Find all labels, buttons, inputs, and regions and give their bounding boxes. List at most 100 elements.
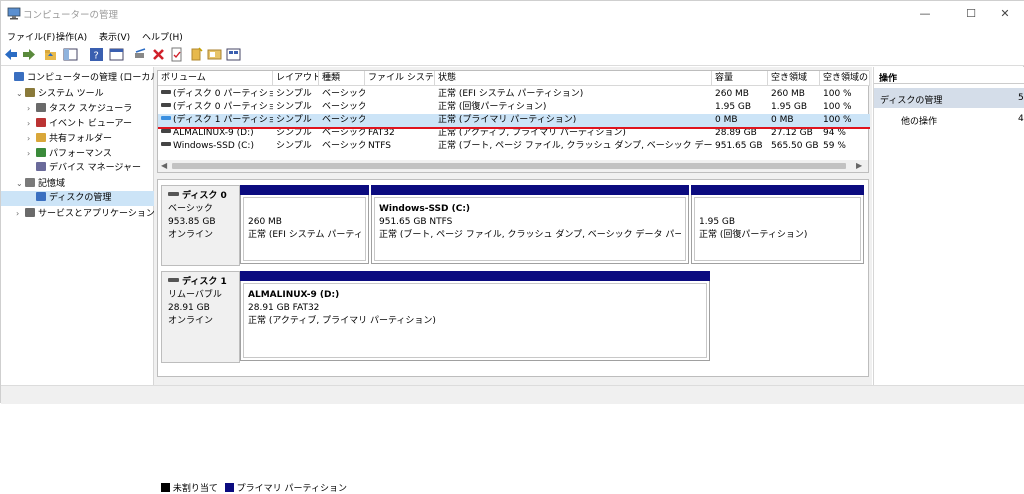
table-cell [365, 88, 435, 101]
view-icon[interactable] [226, 47, 241, 62]
column-header[interactable]: ボリューム [158, 71, 273, 86]
column-header[interactable]: 空き領域 [768, 71, 820, 86]
forward-arrow-icon[interactable] [21, 47, 36, 62]
menu-view[interactable]: 表示(V) [99, 30, 130, 43]
table-cell-text: 0 MB [771, 115, 794, 125]
tree-item-label: イベント ビューアー [49, 119, 132, 129]
export-list-icon[interactable] [207, 47, 222, 62]
up-folder-icon[interactable] [43, 47, 58, 62]
actions-more-actions[interactable]: 他の操作 4 [874, 111, 1024, 129]
disk-info-panel[interactable]: ディスク 1 リムーバブル 28.91 GB オンライン [161, 271, 240, 363]
actions-section-disk-management[interactable]: ディスクの管理 5 [874, 88, 1024, 108]
table-row[interactable]: (ディスク 0 パーティション 4)シンプルベーシック 正常 (回復パーティション… [158, 101, 870, 114]
expand-arrow-icon[interactable]: › [27, 116, 36, 131]
navigation-tree: コンピューターの管理 (ローカル) ⌄ システム ツール › タスク スケジューラ › イベ… [1, 67, 163, 385]
table-cell: シンプル [273, 114, 319, 127]
column-header[interactable]: 容量 [712, 71, 768, 86]
tree-item[interactable]: › パフォーマンス [1, 146, 154, 161]
expand-arrow-icon[interactable]: › [27, 131, 36, 146]
menu-file[interactable]: ファイル(F) [7, 30, 55, 43]
partition-block[interactable]: Windows-SSD (C:) 951.65 GB NTFS 正常 (ブート, ペ… [371, 185, 689, 264]
svg-text:?: ? [94, 51, 99, 62]
new-volume-icon[interactable] [189, 47, 204, 62]
submenu-arrow-icon[interactable]: 4 [1018, 114, 1024, 124]
column-header[interactable]: レイアウト [273, 71, 319, 86]
expand-arrow-icon[interactable]: › [27, 146, 36, 161]
scroll-left-icon[interactable]: ◀ [161, 161, 167, 170]
table-row[interactable]: (ディスク 0 パーティション 1)シンプルベーシック 正常 (EFI システム … [158, 88, 870, 101]
partition-block[interactable]: ALMALINUX-9 (D:) 28.91 GB FAT32 正常 (アクティブ,… [240, 271, 710, 361]
close-button[interactable]: ✕ [985, 1, 1024, 27]
computer-management-window: コンピューターの管理 — ☐ ✕ ファイル(F) 操作(A) 表示(V) ヘルプ… [0, 0, 1024, 494]
disk-type: ベーシック [168, 203, 239, 216]
table-cell: シンプル [273, 88, 319, 101]
partition-block[interactable]: 260 MB 正常 (EFI システム パーティション) [240, 185, 369, 264]
expand-arrow-icon[interactable]: › [27, 101, 36, 116]
table-cell: シンプル [273, 140, 319, 153]
more-actions-label: 他の操作 [901, 117, 938, 127]
expand-arrow-icon[interactable]: ⌄ [16, 86, 25, 101]
delete-icon[interactable] [151, 47, 166, 62]
disk-info-panel[interactable]: ディスク 0 ベーシック 953.85 GB オンライン [161, 185, 240, 266]
table-cell-text: ベーシック [322, 89, 365, 99]
expand-arrow-icon[interactable]: ⌄ [16, 176, 25, 191]
scrollbar-thumb[interactable] [172, 163, 846, 169]
tree-item[interactable]: › イベント ビューアー [1, 116, 154, 131]
scroll-right-icon[interactable]: ▶ [856, 161, 862, 170]
table-cell: (ディスク 0 パーティション 1) [158, 88, 273, 101]
menu-help[interactable]: ヘルプ(H) [142, 30, 183, 43]
partition-status: 正常 (ブート, ページ ファイル, クラッシュ ダンプ, ベーシック データ … [379, 230, 681, 240]
table-cell-text: シンプル [276, 141, 312, 151]
column-header[interactable]: ファイル システム [365, 71, 435, 86]
tree-node-icon [14, 72, 24, 81]
table-row[interactable]: (ディスク 1 パーティション 2)シンプルベーシック 正常 (プライマリ パーテ… [158, 114, 870, 127]
table-cell-text: 59 % [823, 141, 846, 151]
partition-size: 260 MB [248, 217, 282, 227]
table-cell: 正常 (プライマリ パーティション) [435, 114, 712, 127]
partition-details: Windows-SSD (C:) 951.65 GB NTFS 正常 (ブート, ペ… [374, 197, 686, 261]
collapse-arrow-icon[interactable]: 5 [1018, 93, 1024, 103]
table-cell-text: (ディスク 0 パーティション 1) [173, 89, 273, 99]
tree-item[interactable]: コンピューターの管理 (ローカル) [1, 71, 163, 86]
disk-size: 953.85 GB [168, 216, 239, 229]
column-header[interactable]: 種類 [319, 71, 365, 86]
table-cell: 100 % [820, 101, 870, 114]
minimize-button[interactable]: — [905, 1, 945, 27]
partition-size: 1.95 GB [699, 217, 736, 227]
table-row[interactable]: Windows-SSD (C:) シンプル ベーシック NTFS 正常 (ブート, ペー… [158, 140, 870, 153]
menu-action[interactable]: 操作(A) [56, 30, 87, 43]
console-tree-icon[interactable] [63, 47, 78, 62]
help-icon[interactable]: ? [89, 47, 104, 62]
table-cell-text: 565.50 GB [771, 141, 819, 151]
tree-node-icon [36, 103, 46, 112]
check-document-icon[interactable] [169, 47, 184, 62]
column-header[interactable]: 状態 [435, 71, 712, 86]
table-cell-text: Windows-SSD (C:) [173, 141, 254, 151]
disk-name-text: ディスク 0 [182, 191, 227, 201]
tree-item[interactable]: ⌄ システム ツール [1, 86, 154, 101]
disk-status-text: オンライン [168, 230, 214, 240]
partition-status: 正常 (回復パーティション) [699, 230, 808, 240]
tree-item[interactable]: デバイス マネージャー [1, 161, 154, 176]
back-arrow-icon[interactable] [4, 47, 19, 62]
tree-item[interactable]: › タスク スケジューラ [1, 101, 154, 116]
tree-item[interactable]: ディスクの管理 [1, 191, 154, 206]
tree-node-icon [25, 178, 35, 187]
disk-name: ディスク 0 [168, 190, 239, 203]
expand-arrow-icon[interactable]: › [16, 206, 25, 221]
legend-primary: プライマリ パーティション [236, 484, 347, 494]
tree-item[interactable]: › 共有フォルダー [1, 131, 154, 146]
table-cell-text: FAT32 [368, 128, 395, 138]
table-cell: NTFS [365, 140, 435, 153]
properties-icon[interactable] [109, 47, 124, 62]
tree-item[interactable]: ⌄ 記憶域 [1, 176, 154, 191]
tree-item-label: 共有フォルダー [49, 134, 113, 144]
connect-icon[interactable] [133, 47, 148, 62]
horizontal-scrollbar[interactable]: ◀ ▶ [158, 160, 868, 172]
partition-block[interactable]: 1.95 GB 正常 (回復パーティション) [691, 185, 864, 264]
tree-node-icon [25, 208, 35, 217]
tree-item[interactable]: › サービスとアプリケーション [1, 206, 155, 221]
tree-item-label: デバイス マネージャー [49, 163, 141, 173]
partition-size: 951.65 GB NTFS [379, 217, 453, 227]
column-header[interactable]: 空き領域の [820, 71, 870, 86]
